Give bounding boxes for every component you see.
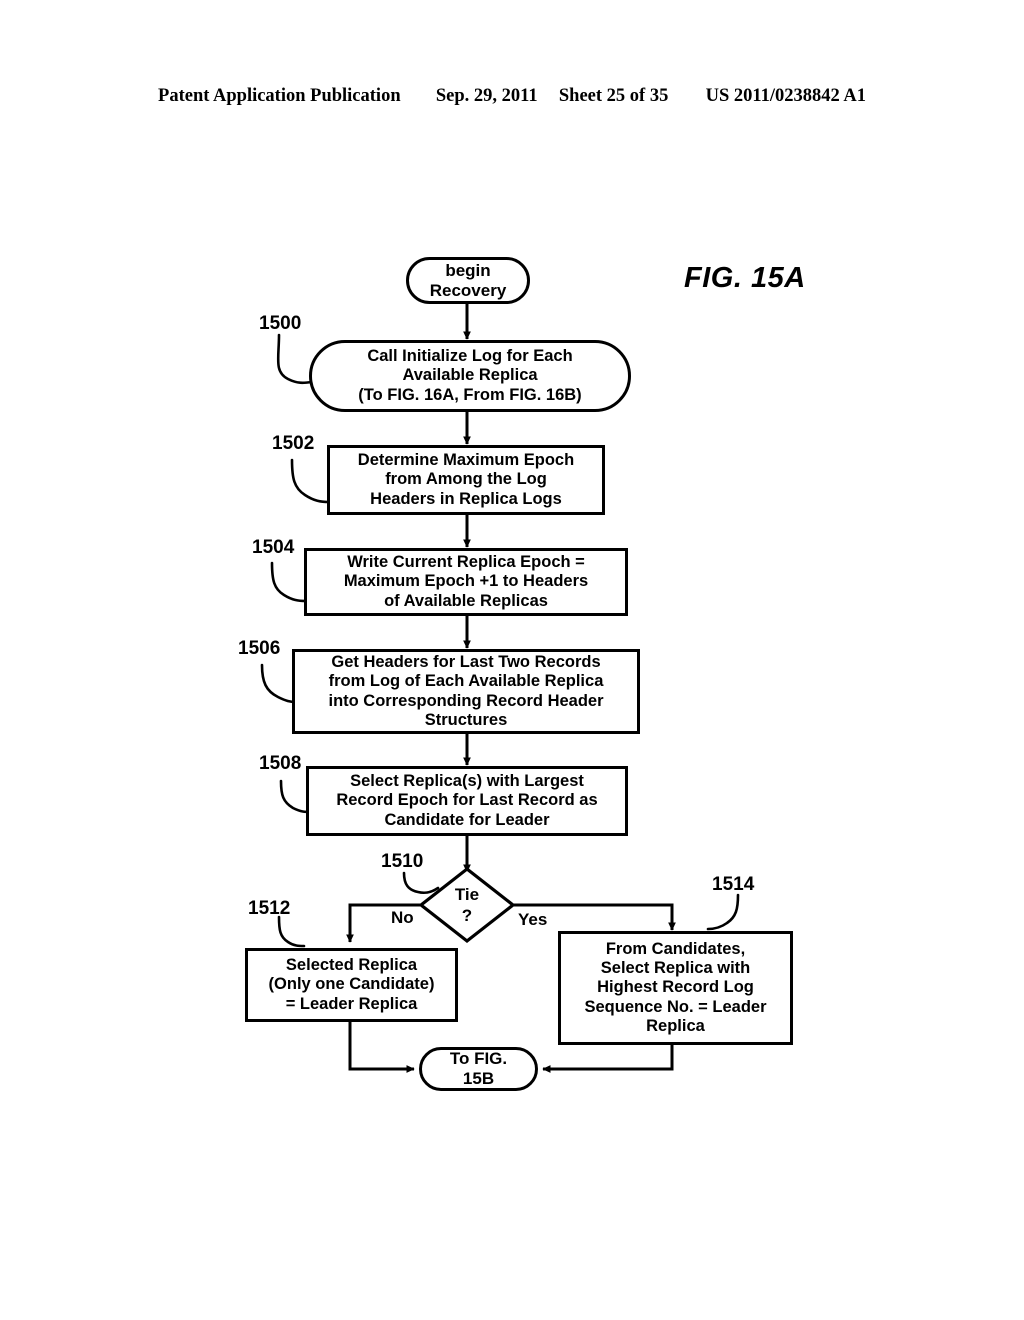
process-box-1508-line3: Candidate for Leader [384,810,550,829]
ref-numeral-1512: 1512 [248,898,291,919]
leader-1512 [277,915,306,948]
process-box-1506-line2: from Log of Each Available Replica [328,672,604,691]
process-box-1504-line3: of Available Replicas [384,591,548,610]
patent-drawing-sheet: Patent Application Publication Sep. 29, … [0,0,1024,1320]
leader-1514 [706,893,740,931]
leader-1500 [276,333,314,385]
ref-numeral-1510: 1510 [381,851,424,872]
ref-numeral-1514: 1514 [712,874,755,895]
process-box-1512-line3: = Leader Replica [285,994,418,1013]
process-box-1502-line1: Determine Maximum Epoch [357,451,575,470]
ref-numeral-1508: 1508 [259,753,302,774]
process-box-1514-line4: Sequence No. = Leader [584,997,767,1016]
terminal-begin-recovery-text: begin Recovery [409,261,527,300]
process-box-1514-line2: Select Replica with [600,959,751,978]
process-box-1512[interactable]: Selected Replica (Only one Candidate) = … [245,948,458,1022]
process-box-1504-line1: Write Current Replica Epoch = [347,553,585,572]
process-box-1514-line1: From Candidates, [605,940,746,959]
process-box-1502[interactable]: Determine Maximum Epoch from Among the L… [327,445,605,515]
ref-numeral-1504: 1504 [252,537,295,558]
process-box-1514-line5: Replica [646,1016,705,1035]
decision-diamond-1510[interactable]: Tie ? [418,866,516,944]
process-box-1512-text: Selected Replica (Only one Candidate) = … [248,956,455,1013]
process-box-1502-line3: Headers in Replica Logs [370,489,562,508]
process-box-1500-text: Call Initialize Log for Each Available R… [312,347,628,404]
process-box-1506-text: Get Headers for Last Two Records from Lo… [295,653,637,730]
process-box-1500-line1: Call Initialize Log for Each [367,347,573,366]
terminal-to-fig-15b[interactable]: To FIG. 15B [419,1047,538,1091]
leader-1502 [290,458,331,504]
process-box-1500-line3: (To FIG. 16A, From FIG. 16B) [358,385,582,404]
terminal-begin-recovery-line1: begin [445,260,491,280]
terminal-to-fig-15b-line2: 15B [462,1069,495,1088]
process-box-1502-line2: from Among the Log [385,470,547,489]
process-box-1512-line1: Selected Replica [285,956,418,975]
terminal-begin-recovery-line2: Recovery [429,280,507,300]
terminal-begin-recovery[interactable]: begin Recovery [406,257,530,304]
terminal-to-fig-15b-line1: To FIG. [449,1049,508,1069]
process-box-1514-text: From Candidates, Select Replica with Hig… [561,940,790,1036]
process-box-1504[interactable]: Write Current Replica Epoch = Maximum Ep… [304,548,628,616]
process-box-1506-line3: into Corresponding Record Header [328,691,604,710]
leader-1504 [270,561,308,603]
process-box-1506-line1: Get Headers for Last Two Records [331,653,601,672]
process-box-1508[interactable]: Select Replica(s) with Largest Record Ep… [306,766,628,836]
process-box-1512-line2: (Only one Candidate) [268,975,435,994]
ref-numeral-1500: 1500 [259,313,302,334]
process-box-1508-text: Select Replica(s) with Largest Record Ep… [309,772,625,829]
process-box-1506[interactable]: Get Headers for Last Two Records from Lo… [292,649,640,734]
process-box-1508-line2: Record Epoch for Last Record as [336,791,598,810]
leader-1506 [260,663,298,704]
branch-label-yes: Yes [518,910,548,929]
process-box-1502-text: Determine Maximum Epoch from Among the L… [330,451,602,508]
process-box-1506-line4: Structures [424,710,508,729]
branch-label-no: No [391,908,414,927]
process-box-1504-text: Write Current Replica Epoch = Maximum Ep… [307,553,625,610]
ref-numeral-1506: 1506 [238,638,281,659]
process-box-1504-line2: Maximum Epoch +1 to Headers [343,572,589,591]
process-box-1500[interactable]: Call Initialize Log for Each Available R… [309,340,631,412]
ref-numeral-1502: 1502 [272,433,315,454]
process-box-1514[interactable]: From Candidates, Select Replica with Hig… [558,931,793,1045]
process-box-1500-line2: Available Replica [402,366,538,385]
process-box-1508-line1: Select Replica(s) with Largest [350,772,584,791]
terminal-to-fig-15b-text: To FIG. 15B [422,1049,535,1088]
process-box-1514-line3: Highest Record Log [597,978,754,997]
